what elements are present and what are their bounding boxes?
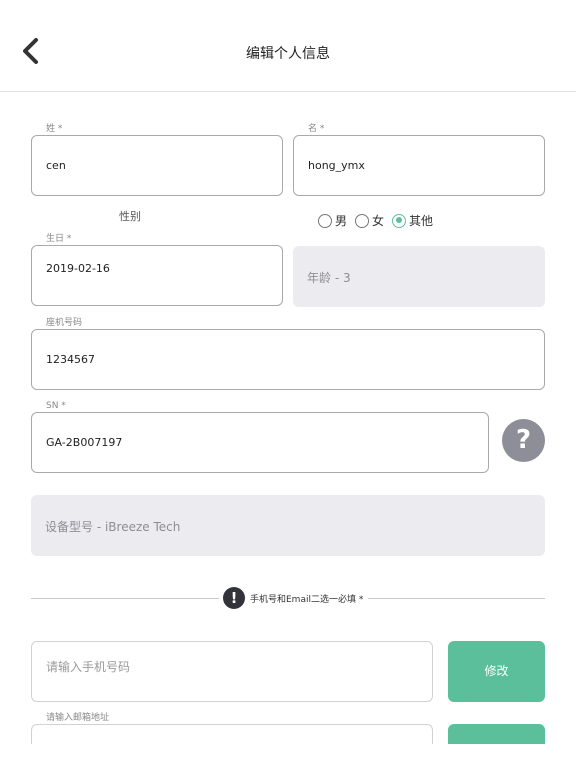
age-text: 年龄 - 3 [307, 271, 351, 285]
modify-phone-button[interactable]: 修改 [448, 641, 545, 702]
gender-option-label: 女 [372, 214, 385, 228]
birthday-value: 2019-02-16 [46, 262, 110, 275]
sn-label: SN * [44, 401, 68, 411]
gender-option-other[interactable]: 其他 [392, 212, 433, 229]
email-label: 请输入邮箱地址 [44, 713, 112, 723]
modify-email-button[interactable] [448, 724, 545, 744]
phone-input[interactable]: 请输入手机号码 [31, 641, 433, 702]
bottom-cover [0, 744, 576, 768]
divider-left [31, 598, 219, 599]
gender-radio-group: 男 女 其他 [318, 212, 441, 229]
birthday-label: 生日 * [44, 234, 74, 244]
last-name-label: 姓 * [44, 124, 65, 134]
contact-notice-text: 手机号和Email二选一必填 * [250, 595, 364, 605]
exclamation-icon: ! [223, 587, 245, 609]
gender-caption: 性别 [119, 210, 141, 223]
first-name-field[interactable]: hong_ymx [293, 135, 545, 196]
first-name-label: 名 * [306, 124, 327, 134]
question-mark-icon: ? [515, 425, 532, 455]
sn-help-button[interactable]: ? [502, 419, 545, 462]
landline-label: 座机号码 [44, 318, 85, 328]
last-name-value: cen [46, 159, 66, 172]
gender-option-label: 男 [335, 214, 348, 228]
sn-value: GA-2B007197 [46, 436, 123, 449]
last-name-field[interactable]: cen [31, 135, 283, 196]
radio-unselected-icon [355, 213, 370, 228]
device-model-display: 设备型号 - iBreeze Tech [31, 495, 545, 556]
device-model-text: 设备型号 - iBreeze Tech [45, 520, 181, 534]
phone-placeholder: 请输入手机号码 [46, 660, 131, 674]
gender-option-female[interactable]: 女 [355, 212, 384, 229]
age-display: 年龄 - 3 [293, 246, 545, 307]
birthday-field[interactable]: 2019-02-16 [31, 245, 283, 306]
header-bar: 编辑个人信息 [0, 0, 576, 92]
page-title: 编辑个人信息 [246, 46, 330, 62]
sn-field[interactable]: GA-2B007197 [31, 412, 489, 473]
first-name-value: hong_ymx [308, 159, 365, 172]
divider-right [368, 598, 545, 599]
gender-option-male[interactable]: 男 [318, 212, 347, 229]
radio-selected-icon [392, 213, 407, 228]
landline-field[interactable]: 1234567 [31, 329, 545, 390]
gender-option-label: 其他 [409, 214, 434, 228]
landline-value: 1234567 [46, 353, 95, 366]
radio-unselected-icon [318, 213, 332, 228]
